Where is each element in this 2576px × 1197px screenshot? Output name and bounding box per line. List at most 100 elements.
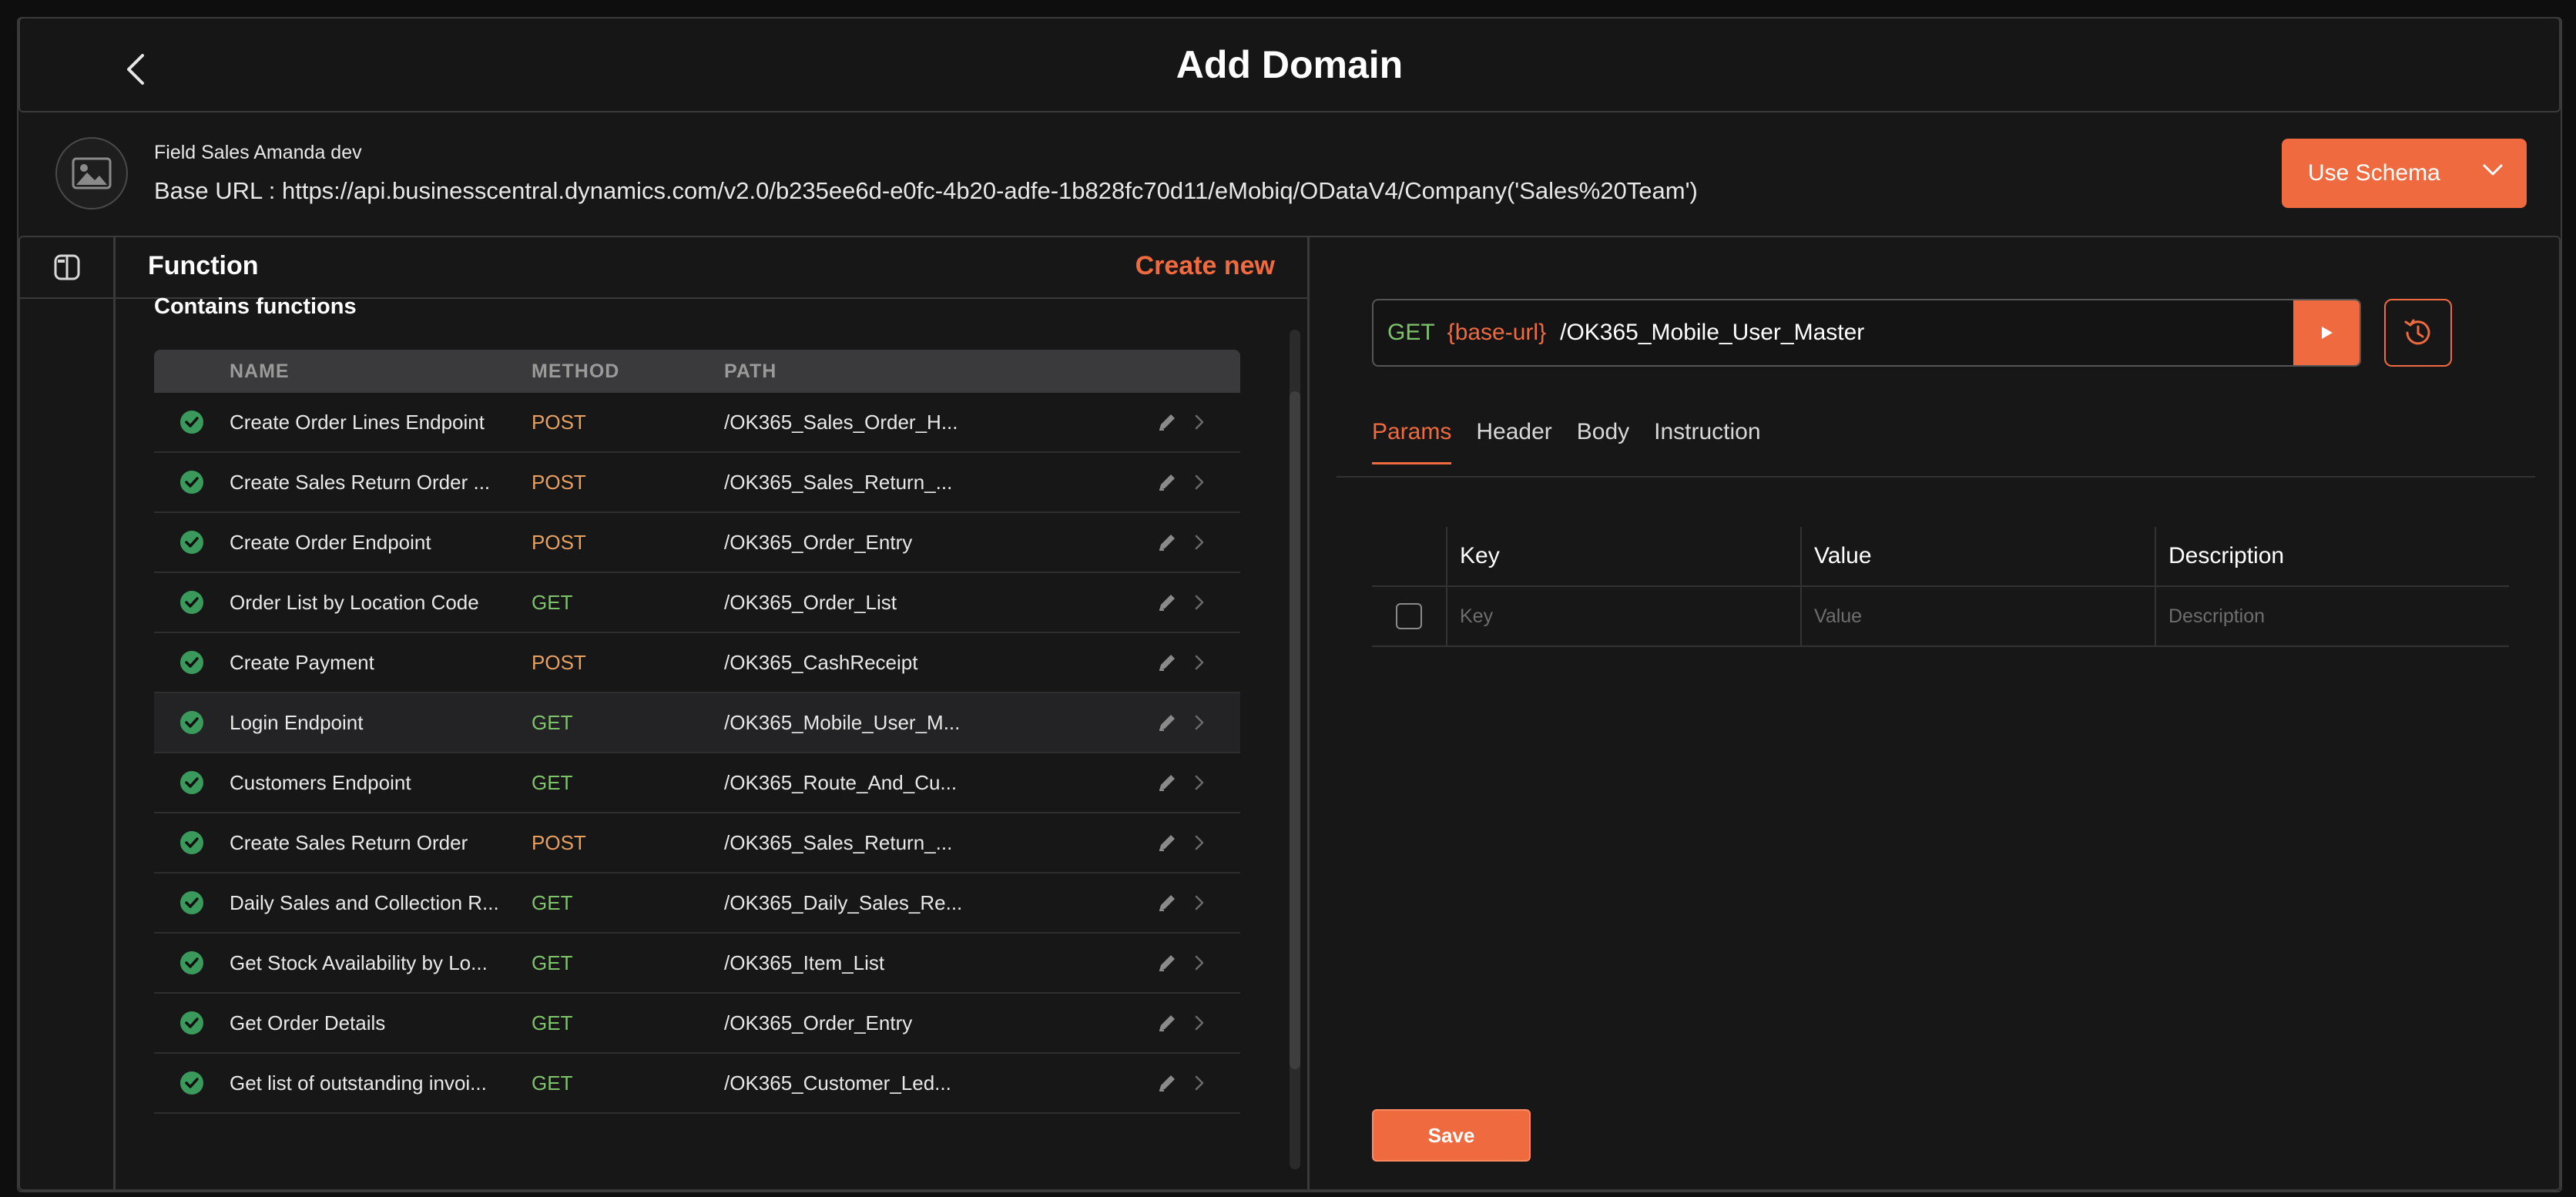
edit-icon[interactable] [1156,1071,1179,1095]
chevron-right-icon[interactable] [1194,594,1205,611]
edit-icon[interactable] [1156,771,1179,794]
toggle-sidebar-button[interactable] [20,237,113,299]
edit-icon[interactable] [1156,831,1179,854]
function-name: Create Sales Return Order [230,830,468,854]
row-actions [1156,1071,1240,1095]
status-cell [154,830,230,855]
edit-icon[interactable] [1156,651,1179,674]
function-row[interactable]: Create Payment POST/OK365_CashReceipt [154,633,1240,693]
row-actions [1156,531,1240,554]
function-title: Function [148,251,259,280]
check-circle-icon [180,531,203,554]
param-description-input[interactable]: Description [2156,587,2509,645]
check-circle-icon [180,471,203,494]
function-row[interactable]: Create Order Endpoint POST/OK365_Order_En… [154,513,1240,573]
create-new-button[interactable]: Create new [1135,251,1275,281]
function-row[interactable]: Order List by Location Code GET/OK365_Ord… [154,573,1240,633]
column-path: PATH [724,360,777,382]
edit-icon[interactable] [1156,711,1179,734]
function-pane: Function Create new Contains functions N… [116,237,1310,1189]
edit-icon[interactable] [1156,951,1179,974]
function-name: Get list of outstanding invoi... [230,1071,487,1095]
check-circle-icon [180,951,203,974]
check-circle-icon [180,591,203,614]
function-table: NAME METHOD PATH Create Order Lines Endp… [154,350,1240,1114]
send-button[interactable] [2293,300,2360,365]
history-button[interactable] [2384,299,2452,367]
params-column-key: Key [1447,527,1802,585]
edit-icon[interactable] [1156,411,1179,434]
top-bar: Add Domain [18,17,2561,112]
function-row[interactable]: Create Sales Return Order ... POST/OK365_… [154,453,1240,513]
status-cell [154,710,230,735]
edit-icon[interactable] [1156,891,1179,914]
tab-instruction[interactable]: Instruction [1654,419,1760,464]
use-schema-button[interactable]: Use Schema [2282,139,2527,208]
function-row[interactable]: Daily Sales and Collection R... GET/OK365… [154,873,1240,934]
function-path: /OK365_Order_Entry [724,1011,913,1034]
row-actions [1156,771,1240,794]
url-method: GET [1387,320,1435,345]
status-cell [154,410,230,434]
page-title: Add Domain [1176,43,1404,86]
function-row[interactable]: Create Order Lines Endpoint POST/OK365_Sa… [154,393,1240,453]
function-method: GET [532,590,573,614]
function-path: /OK365_Customer_Led... [724,1071,951,1095]
sidebar-toggle-icon [54,254,79,280]
tab-params[interactable]: Params [1372,419,1452,464]
status-cell [154,590,230,615]
url-bar[interactable]: GET {base-url} /OK365_Mobile_User_Master [1372,299,2361,367]
url-base: {base-url} [1447,320,1547,345]
row-actions [1156,1011,1240,1034]
image-icon [72,157,112,189]
param-key-input[interactable]: Key [1447,587,1802,645]
scrollbar-thumb[interactable] [1290,391,1300,1069]
function-row[interactable]: Get list of outstanding invoi... GET/OK36… [154,1054,1240,1114]
function-path: /OK365_Sales_Order_H... [724,410,958,434]
chevron-right-icon[interactable] [1194,534,1205,551]
status-cell [154,1011,230,1035]
function-name: Create Order Endpoint [230,530,431,554]
function-row[interactable]: Get Stock Availability by Lo... GET/OK365… [154,934,1240,994]
play-icon [2322,327,2333,339]
function-name: Order List by Location Code [230,590,479,614]
function-method: POST [532,470,586,494]
chevron-right-icon[interactable] [1194,414,1205,431]
param-enable-checkbox[interactable] [1396,603,1422,629]
function-path: /OK365_Sales_Return_... [724,470,953,494]
chevron-right-icon[interactable] [1194,954,1205,971]
chevron-right-icon[interactable] [1194,474,1205,491]
url-path: /OK365_Mobile_User_Master [1560,320,1865,345]
params-table: Key Value Description Key Value Descript… [1372,527,2509,647]
chevron-down-icon [2483,164,2503,176]
edit-icon[interactable] [1156,591,1179,614]
chevron-right-icon[interactable] [1194,1014,1205,1031]
edit-icon[interactable] [1156,1011,1179,1034]
edit-icon[interactable] [1156,531,1179,554]
tab-header[interactable]: Header [1476,419,1551,464]
function-path: /OK365_CashReceipt [724,650,918,674]
chevron-right-icon[interactable] [1194,714,1205,731]
params-column-description: Description [2168,543,2285,568]
tab-body[interactable]: Body [1577,419,1629,464]
params-table-header: Key Value Description [1372,527,2509,587]
function-path: /OK365_Order_List [724,590,897,614]
column-name: NAME [230,360,290,382]
function-path: /OK365_Sales_Return_... [724,830,953,854]
chevron-right-icon[interactable] [1194,654,1205,671]
chevron-right-icon[interactable] [1194,834,1205,851]
domain-avatar[interactable] [55,137,128,210]
params-row: Key Value Description [1372,587,2509,647]
chevron-right-icon[interactable] [1194,894,1205,911]
param-value-input[interactable]: Value [1802,587,2156,645]
function-method: GET [532,710,573,734]
function-row[interactable]: Get Order Details GET/OK365_Order_Entry [154,994,1240,1054]
chevron-right-icon[interactable] [1194,774,1205,791]
function-row[interactable]: Customers Endpoint GET/OK365_Route_And_Cu… [154,753,1240,813]
function-row[interactable]: Create Sales Return Order POST/OK365_Sale… [154,813,1240,873]
chevron-right-icon[interactable] [1194,1075,1205,1091]
check-circle-icon [180,1071,203,1095]
function-row[interactable]: Login Endpoint GET/OK365_Mobile_User_M... [154,693,1240,753]
edit-icon[interactable] [1156,471,1179,494]
save-button[interactable]: Save [1372,1109,1531,1162]
